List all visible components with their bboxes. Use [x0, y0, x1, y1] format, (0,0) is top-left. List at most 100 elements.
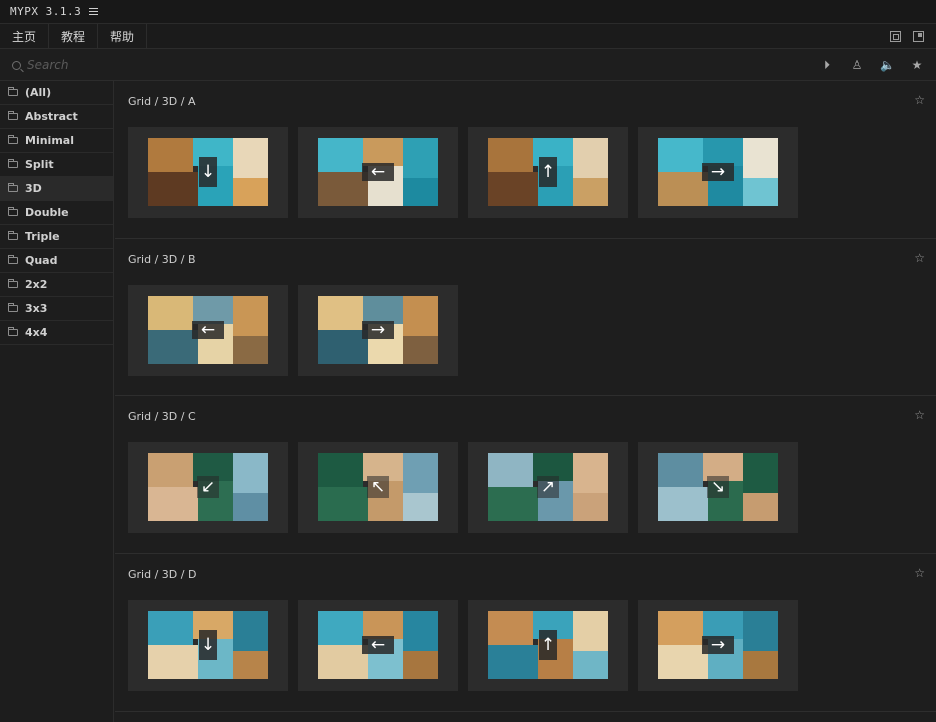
preset-thumbnail: → [318, 296, 438, 364]
direction-arrow-icon: → [362, 321, 394, 339]
thumbnail-tile [488, 138, 533, 172]
preset-card[interactable]: ↘ [638, 442, 798, 533]
sidebar-item-label: Split [25, 158, 54, 171]
star-filled-icon[interactable]: ★ [910, 58, 924, 72]
preset-thumbnail: ↓ [148, 611, 268, 679]
title-bar: MYPX 3.1.3 [0, 0, 936, 24]
brush-icon[interactable]: ♙ [850, 58, 864, 72]
sidebar-item-label: 3x3 [25, 302, 48, 315]
menu-home[interactable]: 主页 [0, 24, 50, 48]
thumbnail-tile [658, 645, 708, 679]
direction-arrow-icon: ← [362, 636, 394, 654]
thumbnail-tile [318, 453, 363, 487]
preset-thumbnail: ↘ [658, 453, 778, 521]
sidebar-item-quad[interactable]: Quad [0, 249, 113, 273]
direction-arrow-icon: → [702, 163, 734, 181]
sidebar-item-label: 3D [25, 182, 42, 195]
section-title: Grid / 3D / B [128, 253, 196, 266]
sidebar-item-label: (All) [25, 86, 52, 99]
favorite-star-icon[interactable]: ☆ [914, 408, 925, 422]
thumbnail-tile [488, 611, 533, 645]
preset-card[interactable]: ↑ [468, 600, 628, 691]
menu-tutorial[interactable]: 教程 [49, 24, 99, 48]
thumbnail-tile [658, 138, 703, 172]
volume-icon[interactable]: 🔈 [880, 58, 895, 72]
favorite-star-icon[interactable]: ☆ [914, 251, 925, 265]
preset-card[interactable]: ← [298, 600, 458, 691]
thumbnail-tile [658, 487, 708, 521]
preset-thumbnail: ↓ [148, 138, 268, 206]
preset-card[interactable]: ↙ [128, 442, 288, 533]
preset-card[interactable]: ↑ [468, 127, 628, 218]
sidebar-item-3d[interactable]: 3D [0, 177, 113, 201]
preset-browser: Grid / 3D / A ☆ ↓ ← ↑ → Grid / 3D / B ☆ ← → Grid /… [115, 81, 936, 722]
menu-help[interactable]: 帮助 [98, 24, 148, 48]
thumbnail-tile [233, 296, 268, 336]
preset-card[interactable]: ← [298, 127, 458, 218]
folder-icon [8, 327, 18, 336]
sidebar-item-4x4[interactable]: 4x4 [0, 321, 113, 345]
sidebar-item-abstract[interactable]: Abstract [0, 105, 113, 129]
sidebar-item-all[interactable]: (All) [0, 81, 113, 105]
play-icon[interactable]: ⏵ [820, 58, 834, 73]
thumbnail-tile [743, 611, 778, 651]
preset-section: Grid / 3D / D ☆ ↓ ← ↑ → [115, 554, 936, 712]
sidebar-item-label: Triple [25, 230, 60, 243]
preset-card[interactable]: ↓ [128, 600, 288, 691]
thumbnail-tile [233, 651, 268, 679]
thumbnail-tile [403, 453, 438, 493]
folder-icon [8, 279, 18, 288]
favorite-star-icon[interactable]: ☆ [914, 93, 925, 107]
thumbnail-tile [148, 138, 193, 172]
restore-window-icon[interactable] [890, 30, 901, 42]
thumbnail-tile [488, 487, 538, 521]
sidebar-item-3x3[interactable]: 3x3 [0, 297, 113, 321]
direction-arrow-icon: ↘ [707, 476, 729, 498]
folder-icon [8, 207, 18, 216]
thumbnail-tile [743, 138, 778, 178]
preset-card[interactable]: → [638, 600, 798, 691]
thumbnail-tile [148, 453, 193, 487]
sidebar-item-double[interactable]: Double [0, 201, 113, 225]
folder-icon [8, 111, 18, 120]
favorite-star-icon[interactable]: ☆ [914, 566, 925, 580]
thumbnail-tile [318, 138, 363, 172]
popout-window-icon[interactable] [913, 30, 924, 42]
direction-arrow-icon: ↗ [537, 476, 559, 498]
folder-icon [8, 255, 18, 264]
sidebar-item-minimal[interactable]: Minimal [0, 129, 113, 153]
preset-thumbnail: ← [318, 611, 438, 679]
thumbnail-tile [148, 330, 198, 364]
thumbnail-tile [233, 453, 268, 493]
preset-card[interactable]: ← [128, 285, 288, 376]
preset-thumbnail: ↙ [148, 453, 268, 521]
thumbnail-tile [233, 611, 268, 651]
preset-thumbnail: ← [318, 138, 438, 206]
direction-arrow-icon: → [702, 636, 734, 654]
thumbnail-tile [743, 493, 778, 521]
thumbnail-tile [488, 172, 538, 206]
thumbnail-tile [233, 336, 268, 364]
preset-card[interactable]: → [638, 127, 798, 218]
sidebar-item-label: Minimal [25, 134, 74, 147]
preset-card[interactable]: → [298, 285, 458, 376]
search-input[interactable] [27, 58, 327, 72]
thumbnail-tile [573, 453, 608, 493]
thumbnail-tile [318, 611, 363, 645]
preset-card[interactable]: ↓ [128, 127, 288, 218]
thumbnail-tile [403, 138, 438, 178]
thumbnail-tile [148, 172, 198, 206]
sidebar-item-triple[interactable]: Triple [0, 225, 113, 249]
sidebar-item-label: 2x2 [25, 278, 48, 291]
thumbnail-tile [148, 296, 193, 330]
hamburger-menu-icon[interactable] [89, 8, 99, 15]
preset-card[interactable]: ↗ [468, 442, 628, 533]
sidebar-item-split[interactable]: Split [0, 153, 113, 177]
thumbnail-tile [403, 296, 438, 336]
preset-thumbnail: ↑ [488, 611, 608, 679]
direction-arrow-icon: ← [192, 321, 224, 339]
preset-card[interactable]: ↖ [298, 442, 458, 533]
sidebar-item-2x2[interactable]: 2x2 [0, 273, 113, 297]
thumbnail-tile [233, 178, 268, 206]
preset-thumbnail: ← [148, 296, 268, 364]
